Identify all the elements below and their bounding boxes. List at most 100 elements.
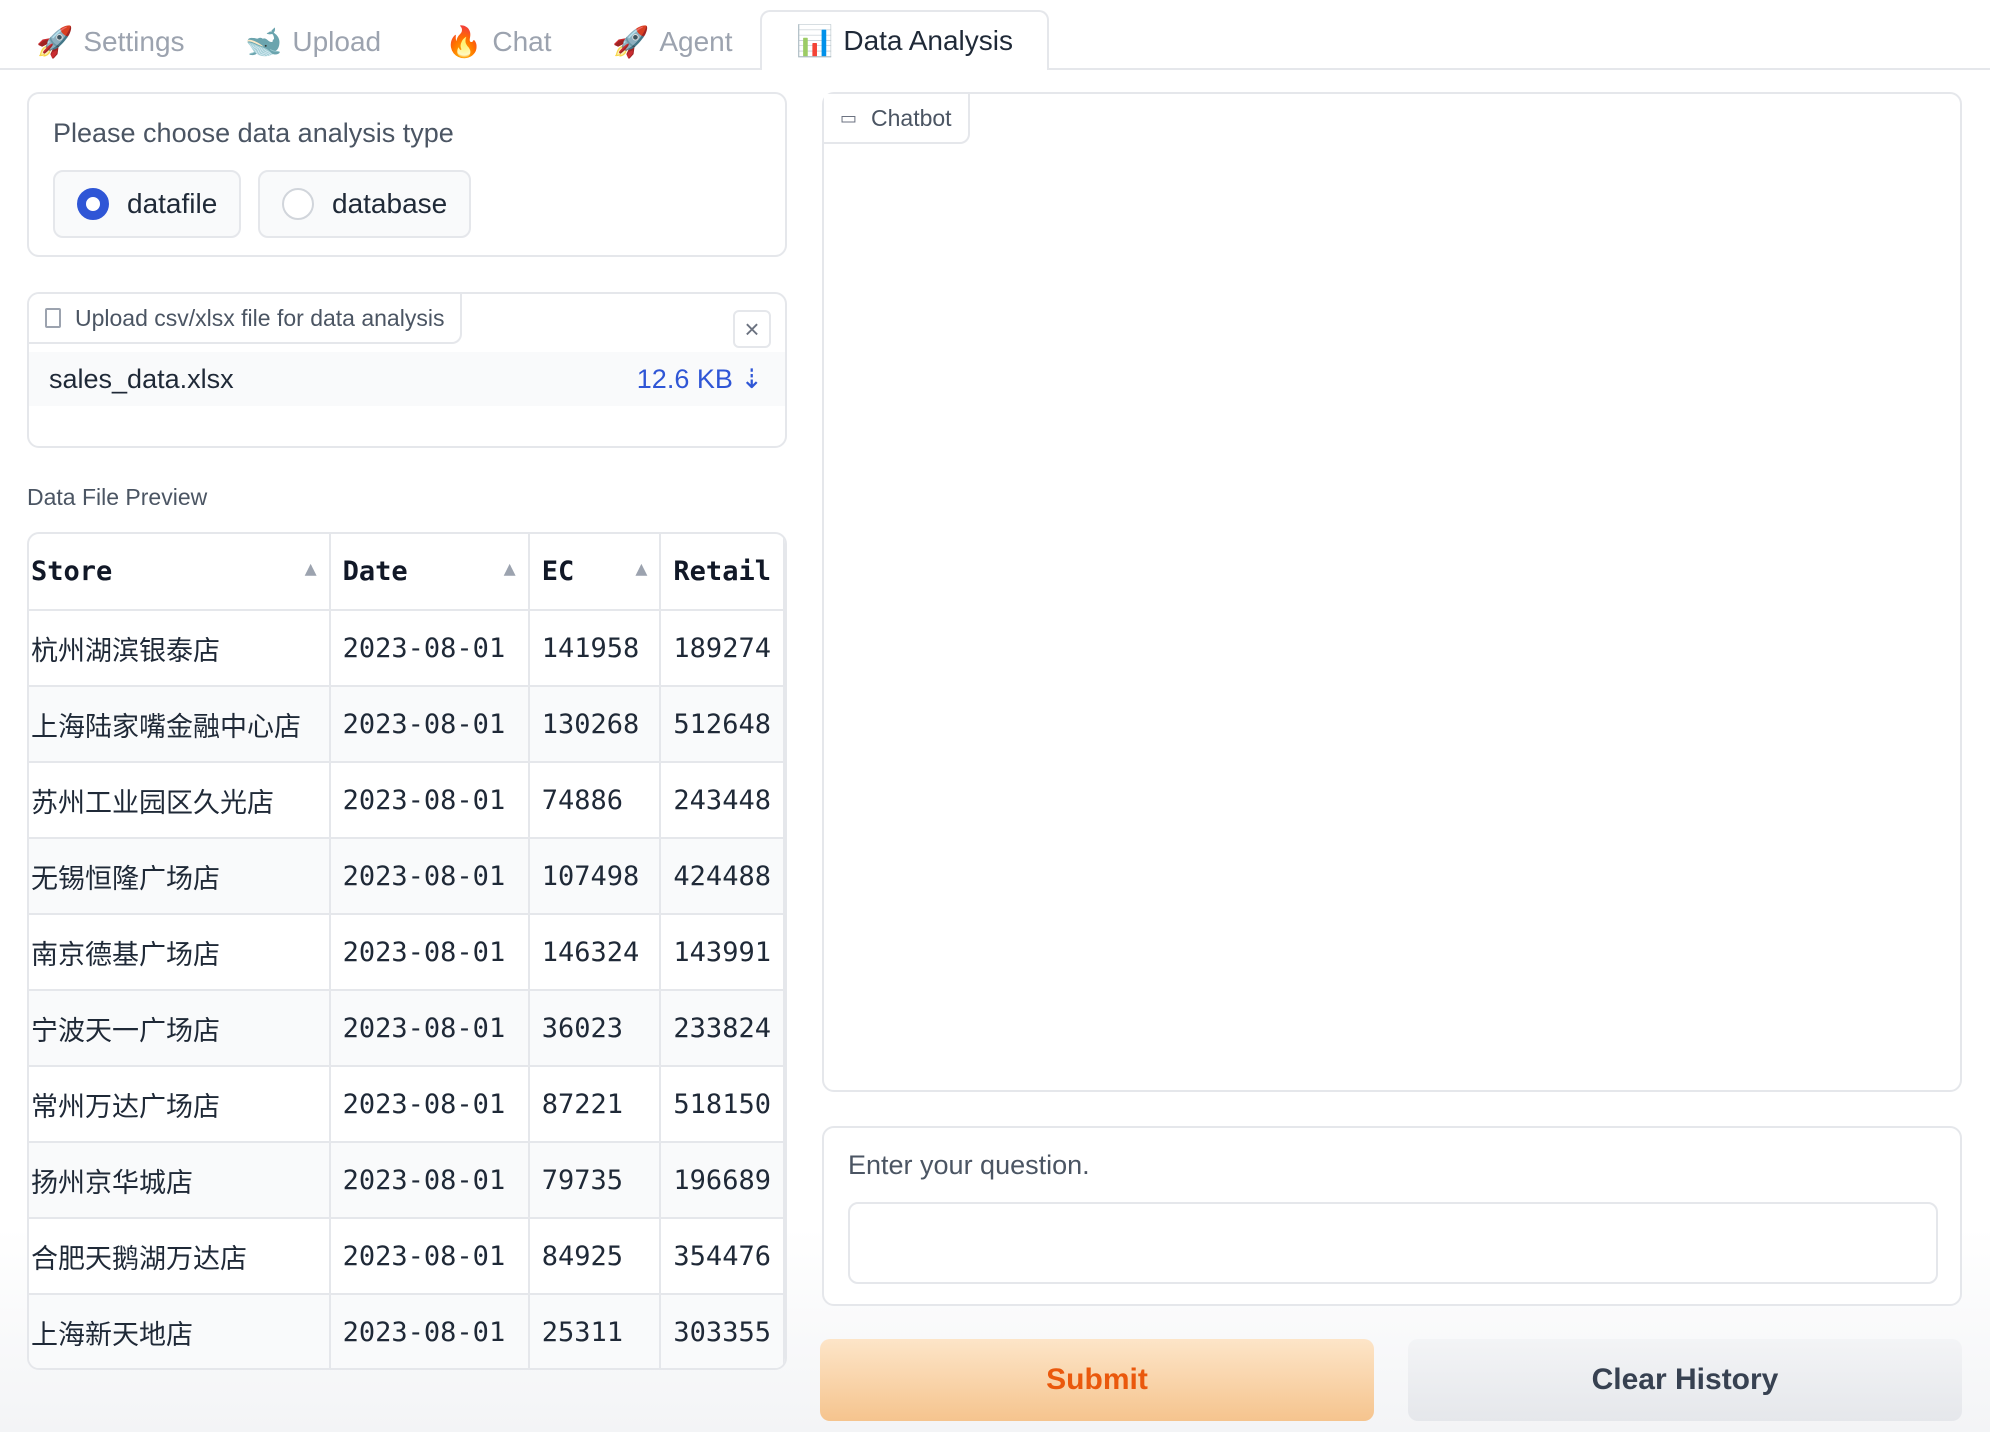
table-cell[interactable]: 2023-08-01 bbox=[329, 914, 530, 991]
table-row: 无锡恒隆广场店 2023-08-01 107498 424488 bbox=[29, 838, 785, 915]
table-cell[interactable]: 84925 bbox=[528, 1218, 662, 1295]
table-cell[interactable]: 苏州工业园区久光店 bbox=[29, 762, 331, 839]
rocket-icon: 🚀 bbox=[36, 25, 74, 59]
column-header-ec[interactable]: EC ▲ bbox=[528, 534, 662, 611]
table-row: 上海新天地店 2023-08-01 25311 303355 bbox=[29, 1294, 785, 1368]
question-box: Enter your question. bbox=[822, 1126, 1962, 1306]
question-input[interactable] bbox=[848, 1202, 1938, 1284]
table-cell[interactable]: 常州万达广场店 bbox=[29, 1066, 331, 1143]
table-cell[interactable]: 无锡恒隆广场店 bbox=[29, 838, 331, 915]
table-row: 上海陆家嘴金融中心店 2023-08-01 130268 512648 bbox=[29, 686, 785, 763]
table-header: Store ▲ Date ▲ EC ▲ Retail bbox=[29, 534, 785, 611]
file-download-link[interactable]: 12.6 KB ⇣ bbox=[637, 364, 763, 395]
file-upload[interactable]: Upload csv/xlsx file for data analysis ×… bbox=[27, 292, 787, 448]
table-cell[interactable]: 146324 bbox=[528, 914, 662, 991]
table-cell[interactable]: 2023-08-01 bbox=[329, 1218, 530, 1295]
column-header-label: Retail bbox=[673, 556, 771, 587]
table-cell[interactable]: 79735 bbox=[528, 1142, 662, 1219]
table-cell[interactable]: 424488 bbox=[660, 838, 785, 915]
chatbot-label: ▭ Chatbot bbox=[824, 94, 970, 144]
table-cell[interactable]: 2023-08-01 bbox=[329, 762, 530, 839]
table-cell[interactable]: 2023-08-01 bbox=[329, 1294, 530, 1368]
data-preview-table: Store ▲ Date ▲ EC ▲ Retail 杭州湖滨银泰店 2023-08-01 14… bbox=[27, 532, 787, 1370]
close-icon: × bbox=[744, 313, 760, 344]
column-header-date[interactable]: Date ▲ bbox=[329, 534, 530, 611]
table-cell[interactable]: 87221 bbox=[528, 1066, 662, 1143]
fire-icon: 🔥 bbox=[445, 25, 483, 59]
radio-database[interactable]: database bbox=[258, 170, 472, 238]
analysis-type-group: Please choose data analysis type datafil… bbox=[27, 92, 787, 257]
column-header-label: Date bbox=[342, 556, 408, 587]
table-cell[interactable]: 25311 bbox=[528, 1294, 662, 1368]
table-row: 宁波天一广场店 2023-08-01 36023 233824 bbox=[29, 990, 785, 1067]
tab-upload[interactable]: 🐋 Upload bbox=[245, 14, 381, 70]
tab-settings[interactable]: 🚀 Settings bbox=[36, 14, 185, 70]
tab-label: Settings bbox=[83, 26, 185, 57]
file-size: 12.6 KB bbox=[636, 363, 733, 394]
table-cell[interactable]: 上海新天地店 bbox=[29, 1294, 331, 1368]
main-panel: Please choose data analysis type datafil… bbox=[0, 70, 1990, 1432]
table-cell[interactable]: 74886 bbox=[528, 762, 662, 839]
tab-label: Data Analysis bbox=[843, 25, 1013, 56]
tab-bar: 🚀 Settings 🐋 Upload 🔥 Chat 🚀 Agent 📊 Data Ana… bbox=[0, 0, 1990, 72]
table-cell[interactable]: 上海陆家嘴金融中心店 bbox=[29, 686, 331, 763]
tab-chat[interactable]: 🔥 Chat bbox=[445, 14, 552, 70]
table-cell[interactable]: 2023-08-01 bbox=[329, 686, 530, 763]
tab-label: Upload bbox=[292, 26, 382, 57]
column-header-store[interactable]: Store ▲ bbox=[29, 534, 331, 611]
table-cell[interactable]: 南京德基广场店 bbox=[29, 914, 331, 991]
question-label: Enter your question. bbox=[848, 1150, 1090, 1180]
table-cell[interactable]: 2023-08-01 bbox=[329, 838, 530, 915]
table-cell[interactable]: 143991 bbox=[660, 914, 785, 991]
chatbot-panel: ▭ Chatbot bbox=[822, 92, 1962, 1092]
upload-label-text: Upload csv/xlsx file for data analysis bbox=[75, 304, 445, 331]
column-header-retail[interactable]: Retail bbox=[660, 534, 785, 611]
table-cell[interactable]: 2023-08-01 bbox=[329, 990, 530, 1067]
table-cell[interactable]: 合肥天鹅湖万达店 bbox=[29, 1218, 331, 1295]
sort-ascending-icon[interactable]: ▲ bbox=[635, 556, 647, 580]
table-row: 杭州湖滨银泰店 2023-08-01 141958 189274 bbox=[29, 610, 785, 687]
table-cell[interactable]: 2023-08-01 bbox=[329, 610, 530, 687]
tab-data-analysis[interactable]: 📊 Data Analysis bbox=[760, 10, 1049, 72]
sort-ascending-icon[interactable]: ▲ bbox=[305, 556, 317, 580]
chat-bubble-icon: ▭ bbox=[840, 107, 858, 128]
sort-ascending-icon[interactable]: ▲ bbox=[504, 556, 516, 580]
table-row: 常州万达广场店 2023-08-01 87221 518150 bbox=[29, 1066, 785, 1143]
table-cell[interactable]: 2023-08-01 bbox=[329, 1142, 530, 1219]
table-cell[interactable]: 130268 bbox=[528, 686, 662, 763]
table-row: 南京德基广场店 2023-08-01 146324 143991 bbox=[29, 914, 785, 991]
table-cell[interactable]: 512648 bbox=[660, 686, 785, 763]
table-cell[interactable]: 196689 bbox=[660, 1142, 785, 1219]
radio-label: datafile bbox=[127, 188, 218, 219]
clear-history-button[interactable]: Clear History bbox=[1408, 1339, 1962, 1421]
table-cell[interactable]: 354476 bbox=[660, 1218, 785, 1295]
table-cell[interactable]: 宁波天一广场店 bbox=[29, 990, 331, 1067]
table-cell[interactable]: 杭州湖滨银泰店 bbox=[29, 610, 331, 687]
table-cell[interactable]: 243448 bbox=[660, 762, 785, 839]
table-cell[interactable]: 107498 bbox=[528, 838, 662, 915]
table-cell[interactable]: 36023 bbox=[528, 990, 662, 1067]
table-cell[interactable]: 2023-08-01 bbox=[329, 1066, 530, 1143]
submit-button[interactable]: Submit bbox=[820, 1339, 1374, 1421]
tab-agent[interactable]: 🚀 Agent bbox=[612, 14, 733, 70]
preview-label: Data File Preview bbox=[27, 484, 208, 510]
column-header-label: Store bbox=[31, 556, 113, 587]
file-name: sales_data.xlsx bbox=[49, 363, 234, 394]
tab-label: Agent bbox=[659, 26, 733, 57]
file-row: sales_data.xlsx 12.6 KB ⇣ bbox=[29, 352, 785, 406]
radio-unchecked-icon bbox=[282, 188, 314, 220]
table-cell[interactable]: 233824 bbox=[660, 990, 785, 1067]
radio-checked-icon bbox=[77, 188, 109, 220]
chatbot-label-text: Chatbot bbox=[871, 104, 952, 131]
table-row: 合肥天鹅湖万达店 2023-08-01 84925 354476 bbox=[29, 1218, 785, 1295]
table-cell[interactable]: 189274 bbox=[660, 610, 785, 687]
column-header-label: EC bbox=[541, 556, 575, 587]
table-cell[interactable]: 扬州京华城店 bbox=[29, 1142, 331, 1219]
table-cell[interactable]: 303355 bbox=[660, 1294, 785, 1368]
table-cell[interactable]: 518150 bbox=[660, 1066, 785, 1143]
clear-file-button[interactable]: × bbox=[733, 310, 771, 348]
upload-label: Upload csv/xlsx file for data analysis bbox=[29, 294, 463, 344]
radio-datafile[interactable]: datafile bbox=[53, 170, 242, 238]
table-cell[interactable]: 141958 bbox=[528, 610, 662, 687]
rocket-icon: 🚀 bbox=[612, 25, 650, 59]
